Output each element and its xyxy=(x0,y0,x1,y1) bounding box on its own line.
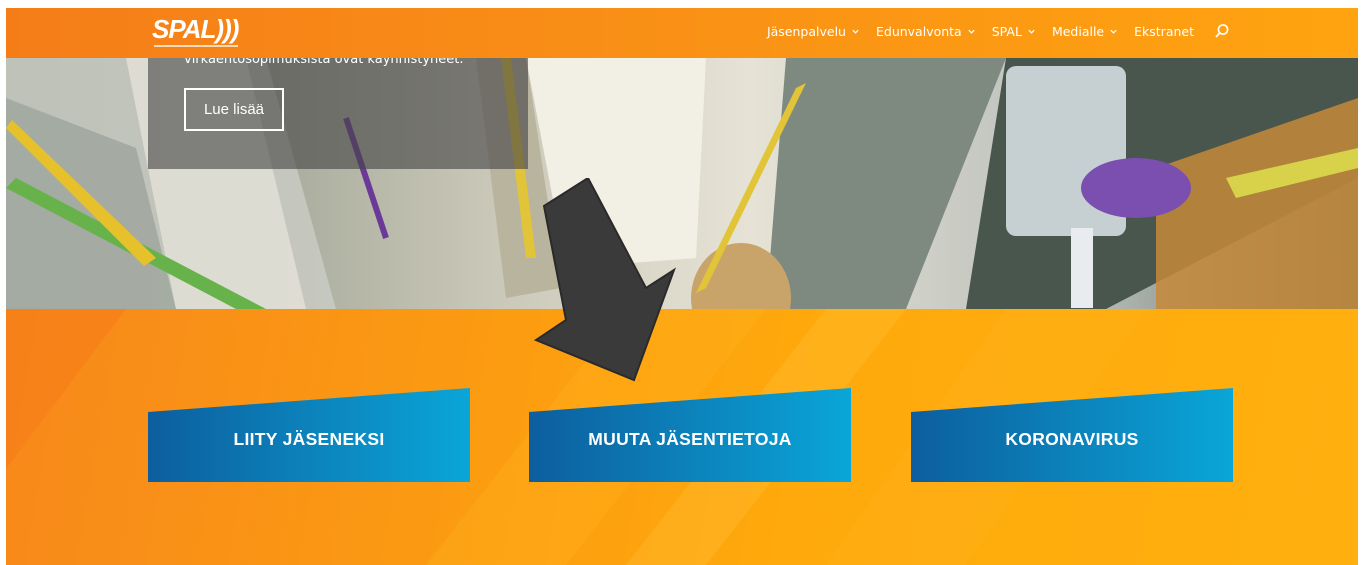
chevron-down-icon xyxy=(1028,29,1035,34)
join-member-label: LIITY JÄSENEKSI xyxy=(233,428,385,449)
page: SPAL))) Jäsenpalvelu Edunvalvonta SPAL M… xyxy=(6,8,1358,565)
coronavirus-label: KORONAVIRUS xyxy=(1005,428,1139,449)
hero-caption-text: virkaehtosopimuksista ovat käynnistyneet… xyxy=(184,58,464,67)
logo-tagline-line xyxy=(154,45,238,47)
nav-item-edunvalvonta[interactable]: Edunvalvonta xyxy=(876,24,976,39)
nav-item-label: Jäsenpalvelu xyxy=(766,23,846,39)
nav-item-label: Ekstranet xyxy=(1134,23,1194,39)
search-icon[interactable] xyxy=(1214,23,1230,39)
nav-item-medialle[interactable]: Medialle xyxy=(1052,24,1118,39)
nav-item-label: Edunvalvonta xyxy=(875,23,962,39)
hero-caption-card: virkaehtosopimuksista ovat käynnistyneet… xyxy=(148,58,528,169)
chevron-down-icon xyxy=(1110,29,1117,34)
nav-item-jasenpalvelu[interactable]: Jäsenpalvelu xyxy=(767,24,860,39)
chevron-down-icon xyxy=(968,29,975,34)
coronavirus-button[interactable]: KORONAVIRUS xyxy=(911,388,1233,482)
main-nav: Jäsenpalvelu Edunvalvonta SPAL Medialle … xyxy=(767,23,1230,39)
update-member-info-label: MUUTA JÄSENTIETOJA xyxy=(588,428,792,449)
nav-item-spal[interactable]: SPAL xyxy=(992,24,1036,39)
site-header: SPAL))) Jäsenpalvelu Edunvalvonta SPAL M… xyxy=(6,8,1358,58)
join-member-button[interactable]: LIITY JÄSENEKSI xyxy=(148,388,470,482)
nav-item-label: Medialle xyxy=(1051,23,1105,39)
chevron-down-icon xyxy=(852,29,859,34)
read-more-button[interactable]: Lue lisää xyxy=(184,88,284,131)
nav-item-ekstranet[interactable]: Ekstranet xyxy=(1134,24,1194,39)
annotation-arrow-icon xyxy=(533,178,676,382)
spal-logo[interactable]: SPAL))) xyxy=(152,14,239,45)
nav-item-label: SPAL xyxy=(991,23,1022,39)
update-member-info-button[interactable]: MUUTA JÄSENTIETOJA xyxy=(529,388,851,482)
